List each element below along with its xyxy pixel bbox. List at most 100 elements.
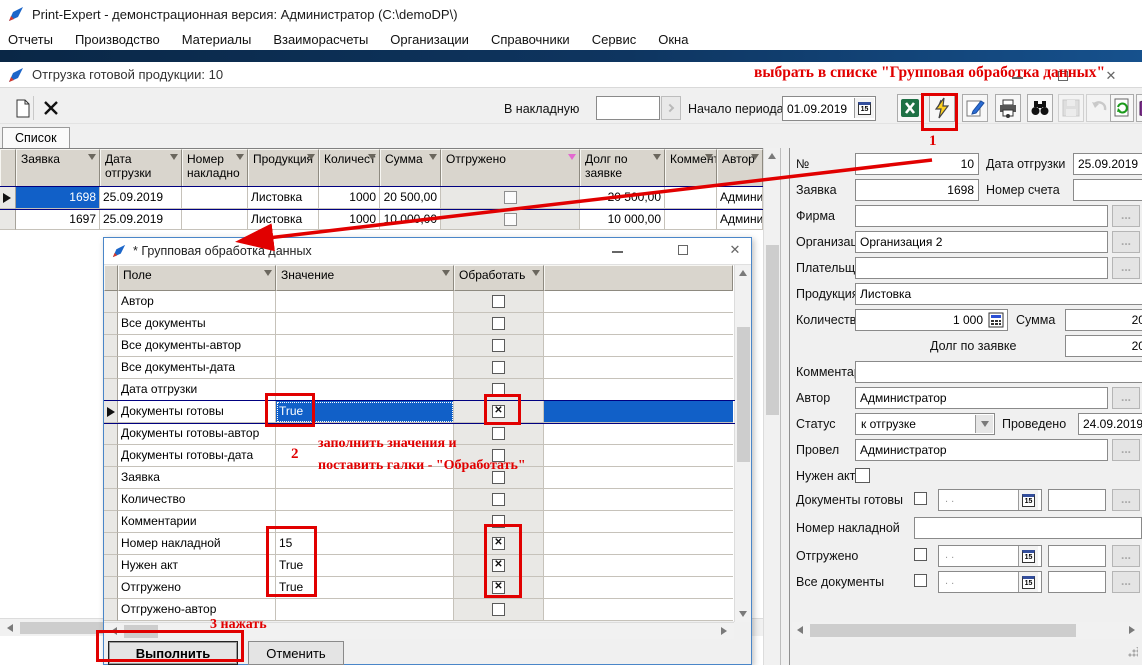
shipped-checkbox[interactable] [914,548,927,561]
process-checkbox[interactable] [492,449,505,462]
filter-dropdown-icon[interactable] [568,154,576,160]
maximize-button[interactable] [1050,68,1076,84]
process-checkbox[interactable] [492,339,505,352]
menu-item-производство[interactable]: Производство [75,32,160,47]
shipped-checkbox[interactable] [504,213,517,226]
column-header-product[interactable]: Продукция [248,149,319,187]
field-name-cell[interactable]: Отгружено-автор [118,599,276,621]
tab-list[interactable]: Список [2,127,70,148]
filter-dropdown-icon[interactable] [170,154,178,160]
panel-splitter[interactable] [780,148,790,665]
resize-grip[interactable] [1128,647,1138,657]
dialog-field-row[interactable]: Документы готовы-дата [104,445,735,467]
column-header-nomer[interactable]: Номер накладно [182,149,248,187]
firm-input[interactable] [855,205,1108,227]
menu-item-материалы[interactable]: Материалы [182,32,252,47]
table-row[interactable]: 169725.09.2019Листовка100010 000,0010 00… [0,209,763,230]
author-input[interactable] [855,387,1108,409]
column-header-summa[interactable]: Сумма [380,149,441,187]
field-value-cell[interactable] [276,599,454,621]
field-value-cell[interactable] [276,291,454,313]
refresh-button[interactable] [1110,94,1134,122]
field-process-cell[interactable] [454,555,544,577]
cell-date[interactable]: 25.09.2019 [100,209,182,230]
process-checkbox[interactable] [492,603,505,616]
process-checkbox[interactable] [492,361,505,374]
scroll-down-button[interactable] [735,606,751,622]
field-process-cell[interactable] [454,379,544,401]
org-input[interactable] [855,231,1108,253]
dialog-field-row[interactable]: Документы готовы-автор [104,423,735,445]
dialog-column-header[interactable]: Значение [276,265,454,291]
column-header-shipped[interactable]: Отгружено [441,149,580,187]
column-header-date[interactable]: Дата отгрузки [100,149,182,187]
field-process-cell[interactable] [454,467,544,489]
filter-dropdown-icon[interactable] [88,154,96,160]
cell-shipped[interactable] [441,187,580,209]
menu-item-взаиморасчеты[interactable]: Взаиморасчеты [273,32,368,47]
shipped-calendar-button[interactable]: 15 [1018,546,1038,566]
filter-dropdown-icon[interactable] [236,154,244,160]
cell-qty[interactable]: 1000 [319,187,380,209]
shipped-lookup-button[interactable]: ... [1112,545,1140,567]
firm-lookup-button[interactable]: ... [1112,205,1140,227]
qty-input[interactable] [855,309,1008,331]
postedby-input[interactable] [855,439,1108,461]
cell-shipped[interactable] [441,209,580,230]
table-row[interactable]: 169825.09.2019Листовка100020 500,0020 50… [0,187,763,209]
dialog-field-row[interactable]: Документы готовыTrue [104,401,735,423]
comment-input[interactable] [855,361,1142,383]
cell-author[interactable]: Администратор [717,209,763,230]
process-checkbox[interactable] [492,405,505,418]
cell-date[interactable]: 25.09.2019 [100,187,182,209]
grid-vertical-scrollbar[interactable] [763,148,780,665]
docs-ready-calendar-button[interactable]: 15 [1018,490,1038,510]
scroll-left-button[interactable] [106,623,122,639]
author-lookup-button[interactable]: ... [1112,387,1140,409]
dialog-field-row[interactable]: ОтгруженоTrue [104,577,735,599]
act-needed-checkbox[interactable] [855,468,870,483]
cell-author[interactable]: Администратор [717,187,763,209]
dropdown-button[interactable] [975,415,993,433]
dialog-field-row[interactable]: Автор [104,291,735,313]
process-checkbox[interactable] [492,559,505,572]
process-checkbox[interactable] [492,471,505,484]
field-value-cell[interactable] [276,511,454,533]
field-value-cell[interactable]: True [276,577,454,599]
docs-ready-checkbox[interactable] [914,492,927,505]
column-header-qty[interactable]: Количест [319,149,380,187]
field-process-cell[interactable] [454,489,544,511]
docs-ready-extra-input[interactable] [1048,489,1106,511]
cell-comment[interactable] [665,187,717,209]
payer-lookup-button[interactable]: ... [1112,257,1140,279]
menu-item-отчеты[interactable]: Отчеты [8,32,53,47]
scrollbar-thumb[interactable] [810,624,1076,637]
field-value-cell[interactable]: True [276,555,454,577]
scrollbar-thumb[interactable] [124,625,158,638]
field-name-cell[interactable]: Все документы-автор [118,335,276,357]
scroll-right-button[interactable] [1124,622,1140,638]
cell-summa[interactable]: 10 000,00 [380,209,441,230]
shipped-extra-input[interactable] [1048,545,1106,567]
column-header-debt[interactable]: Долг по заявке [580,149,665,187]
field-name-cell[interactable]: Дата отгрузки [118,379,276,401]
column-header-author[interactable]: Автор [717,149,763,187]
execute-button[interactable]: Выполнить [108,641,238,665]
field-name-cell[interactable]: Документы готовы-дата [118,445,276,467]
field-name-cell[interactable]: Автор [118,291,276,313]
cell-zayavka[interactable]: 1698 [16,187,100,209]
field-process-cell[interactable] [454,577,544,599]
dialog-field-row[interactable]: Количество [104,489,735,511]
field-name-cell[interactable]: Все документы-дата [118,357,276,379]
dialog-field-row[interactable]: Все документы-автор [104,335,735,357]
account-input[interactable] [1073,179,1142,201]
dialog-maximize-button[interactable] [670,242,696,258]
field-name-cell[interactable]: Количество [118,489,276,511]
process-checkbox[interactable] [492,515,505,528]
org-lookup-button[interactable]: ... [1112,231,1140,253]
field-value-cell[interactable] [276,357,454,379]
sum-input[interactable] [1065,309,1142,331]
field-value-cell[interactable] [276,489,454,511]
field-process-cell[interactable] [454,335,544,357]
process-checkbox[interactable] [492,537,505,550]
